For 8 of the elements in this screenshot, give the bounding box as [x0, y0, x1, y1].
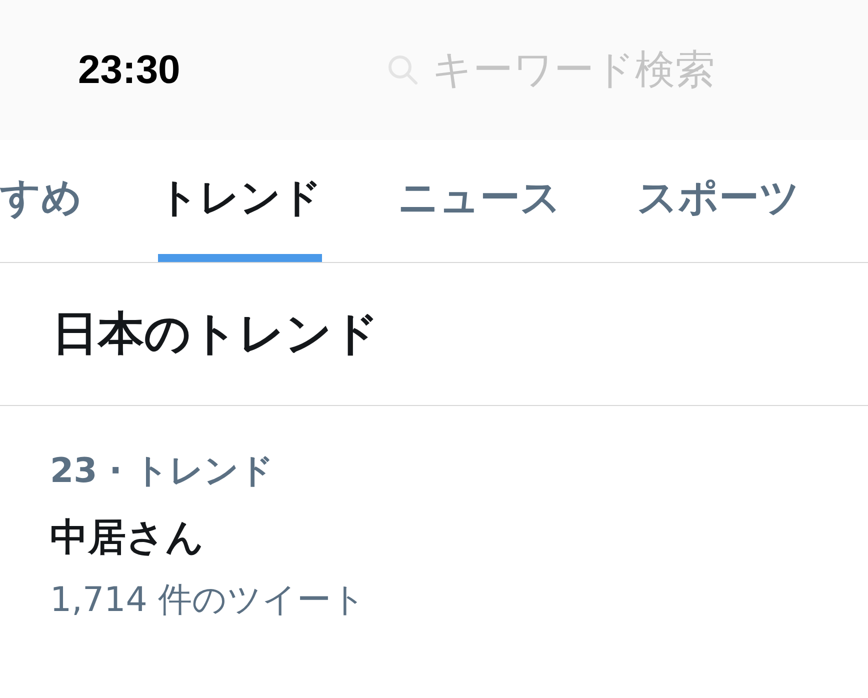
section-title: 日本のトレンド — [52, 305, 379, 362]
tweet-count: 1,714 件のツイート — [50, 579, 366, 622]
tab[interactable]: トレンド — [158, 140, 322, 262]
tab[interactable]: ニュース — [398, 140, 561, 262]
status-time: 23:30 — [78, 48, 182, 92]
trend-name[interactable]: 中居さん — [50, 512, 204, 563]
trend-rank: 23 · トレンド — [50, 450, 274, 493]
tab[interactable]: スポーツ — [637, 140, 800, 262]
